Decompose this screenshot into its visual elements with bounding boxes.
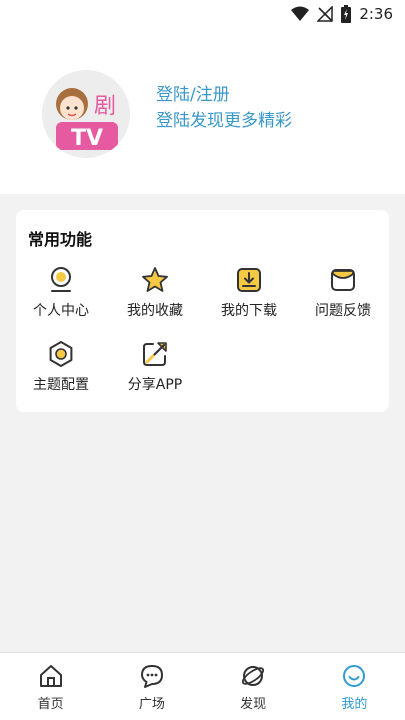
nav-item-home[interactable]: 首页: [0, 653, 101, 720]
nav-item-square[interactable]: 广场: [101, 653, 202, 720]
downloads-button[interactable]: 我的下载: [202, 262, 296, 328]
avatar[interactable]: 剧 TV: [42, 70, 130, 158]
share-app-button[interactable]: 分享APP: [108, 336, 202, 402]
download-icon: [235, 266, 263, 294]
login-block[interactable]: 登陆/注册 登陆发现更多精彩: [156, 82, 292, 134]
theme-settings-icon: [47, 340, 75, 368]
func-label: 个人中心: [33, 303, 89, 319]
login-subtitle[interactable]: 登陆发现更多精彩: [156, 108, 292, 134]
chat-bubble-icon: [139, 663, 165, 689]
battery-charging-icon: [341, 5, 352, 23]
user-center-icon: [47, 266, 75, 294]
nav-label: 发现: [240, 697, 267, 712]
nav-label: 广场: [138, 697, 165, 712]
nav-item-discover[interactable]: 发现: [203, 653, 304, 720]
status-bar: 2:36: [0, 0, 405, 28]
profile-header: 剧 TV 登陆/注册 登陆发现更多精彩: [0, 28, 405, 194]
common-functions-card: 常用功能 个人中心 我的收藏 我的下载 问题反馈 主题配置 分享APP: [16, 210, 389, 412]
theme-settings-button[interactable]: 主题配置: [14, 336, 108, 402]
func-label: 我的下载: [221, 303, 277, 319]
home-icon: [38, 663, 64, 689]
nav-label: 我的: [341, 697, 368, 712]
nav-label: 首页: [37, 697, 64, 712]
share-icon: [141, 340, 169, 368]
bottom-nav: 首页 广场 发现 我的: [0, 652, 405, 720]
login-register-link[interactable]: 登陆/注册: [156, 82, 292, 108]
feedback-mail-icon: [329, 266, 357, 294]
planet-icon: [240, 663, 266, 689]
avatar-logo-char: 剧: [94, 94, 116, 119]
smiley-icon: [341, 663, 367, 689]
status-time: 2:36: [359, 5, 393, 23]
feedback-button[interactable]: 问题反馈: [296, 262, 390, 328]
star-icon: [141, 266, 169, 294]
func-label: 我的收藏: [127, 303, 183, 319]
card-title: 常用功能: [28, 230, 93, 249]
avatar-logo-tv: TV: [71, 126, 103, 151]
favorites-button[interactable]: 我的收藏: [108, 262, 202, 328]
user-center-button[interactable]: 个人中心: [14, 262, 108, 328]
func-label: 主题配置: [33, 377, 89, 393]
func-label: 问题反馈: [315, 303, 371, 319]
nav-item-mine[interactable]: 我的: [304, 653, 405, 720]
no-signal-icon: [317, 6, 334, 22]
func-label: 分享APP: [127, 377, 183, 393]
wifi-icon: [291, 6, 310, 22]
